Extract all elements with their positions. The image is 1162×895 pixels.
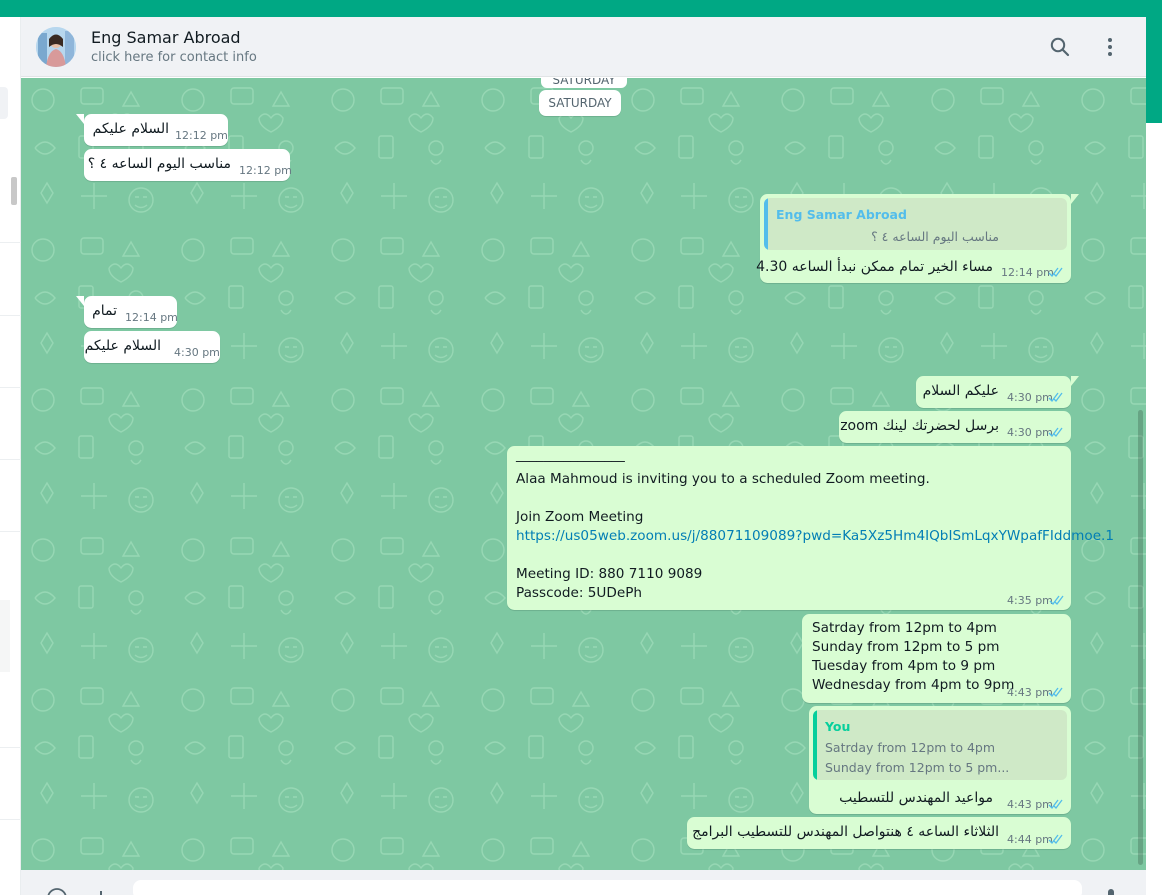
message-line: Passcode: 5UDePh <box>516 585 643 601</box>
read-receipt-icon <box>1048 267 1063 277</box>
app-top-strip <box>0 0 1162 17</box>
message-outgoing[interactable]: برسل لحضرتك لينك zoom 4:30 pm <box>839 411 1071 443</box>
message-outgoing[interactable]: Eng Samar Abroad مناسب اليوم الساعه ٤ ؟ … <box>756 194 1079 283</box>
message-incoming[interactable]: السلام عليكم 12:12 pm <box>76 114 228 146</box>
contact-info-hint[interactable]: click here for contact info <box>91 50 257 65</box>
selected-chat-edge[interactable] <box>0 600 10 672</box>
message-line: Sunday from 12pm to 5 pm <box>812 639 1000 655</box>
message-line: Satrday from 12pm to 4pm <box>812 620 997 636</box>
message-text: مناسب اليوم الساعه ٤ ؟ <box>87 156 231 172</box>
message-time: 4:30 pm <box>1007 391 1053 404</box>
message-line: Meeting ID: 880 7110 9089 <box>516 566 703 582</box>
message-line: Wednesday from 4pm to 9pm <box>812 677 1015 693</box>
attach-icon[interactable] <box>89 886 113 895</box>
right-window-edge <box>1146 17 1162 895</box>
quote-text: مناسب اليوم الساعه ٤ ؟ <box>871 229 999 244</box>
avatar[interactable] <box>36 27 76 67</box>
chat-list-scrollbar[interactable] <box>11 177 17 205</box>
read-receipt-icon <box>1048 392 1063 402</box>
day-separator: SATURDAY <box>539 90 621 116</box>
message-outgoing[interactable]: عليكم السلام 4:30 pm <box>916 376 1079 408</box>
message-time: 4:30 pm <box>174 346 220 359</box>
message-time: 12:14 pm <box>1001 266 1054 279</box>
message-line: Join Zoom Meeting <box>516 509 644 525</box>
composer-bar <box>21 870 1146 895</box>
message-text: السلام عليكم <box>84 338 161 354</box>
message-input[interactable] <box>133 880 1082 895</box>
message-time: 4:35 pm <box>1007 594 1053 607</box>
message-line: Alaa Mahmoud is inviting you to a schedu… <box>516 471 930 487</box>
read-receipt-icon <box>1048 687 1063 697</box>
message-time: 12:12 pm <box>239 164 292 177</box>
read-receipt-icon <box>1048 427 1063 437</box>
message-text: عليكم السلام <box>922 383 999 399</box>
message-time: 4:44 pm <box>1007 833 1053 846</box>
message-text: مواعيد المهندس للتسطيب <box>839 790 993 806</box>
message-incoming[interactable]: السلام عليكم 4:30 pm <box>84 331 220 363</box>
zoom-meeting-link[interactable]: https://us05web.zoom.us/j/88071109089?pw… <box>516 527 1114 546</box>
quote-author: Eng Samar Abroad <box>776 207 907 222</box>
menu-dots-icon[interactable] <box>1098 35 1122 59</box>
quote-author: You <box>825 719 851 734</box>
message-outgoing-schedule[interactable]: Satrday from 12pm to 4pm Sunday from 12p… <box>802 614 1071 703</box>
message-time: 12:12 pm <box>175 129 228 142</box>
message-line: ________________ <box>516 447 625 463</box>
quote-text: Sunday from 12pm to 5 pm... <box>825 760 1010 775</box>
message-text: الثلاثاء الساعه ٤ هنتواصل المهندس للتسطي… <box>692 824 999 840</box>
message-time: 12:14 pm <box>125 311 178 324</box>
contact-name[interactable]: Eng Samar Abroad <box>91 28 241 47</box>
message-time: 4:30 pm <box>1007 426 1053 439</box>
microphone-icon[interactable] <box>1099 886 1123 895</box>
message-time: 4:43 pm <box>1007 686 1053 699</box>
read-receipt-icon <box>1048 799 1063 809</box>
message-time: 4:43 pm <box>1007 798 1053 811</box>
conversation-header[interactable]: Eng Samar Abroad click here for contact … <box>21 17 1146 77</box>
message-pane[interactable]: SATURDAY SATURDAY السلام عليكم 12:12 pm … <box>21 78 1146 870</box>
message-text: تمام <box>92 303 117 319</box>
read-receipt-icon <box>1049 595 1064 605</box>
message-incoming[interactable]: تمام 12:14 pm <box>76 296 178 328</box>
message-outgoing[interactable]: الثلاثاء الساعه ٤ هنتواصل المهندس للتسطي… <box>687 817 1071 849</box>
search-icon[interactable] <box>1048 35 1072 59</box>
quote-text: Satrday from 12pm to 4pm <box>825 740 996 755</box>
message-text: السلام عليكم <box>92 121 169 137</box>
message-outgoing[interactable]: You Satrday from 12pm to 4pm Sunday from… <box>809 706 1071 814</box>
read-receipt-icon <box>1048 834 1063 844</box>
day-separator-ghost: SATURDAY <box>541 78 627 88</box>
emoji-icon[interactable] <box>45 886 69 895</box>
message-line: Tuesday from 4pm to 9 pm <box>812 658 996 674</box>
message-pane-scrollbar[interactable] <box>1138 410 1143 865</box>
quoted-message[interactable]: Eng Samar Abroad مناسب اليوم الساعه ٤ ؟ <box>764 198 1067 250</box>
search-box-edge[interactable] <box>0 87 8 119</box>
message-outgoing-zoom-invite[interactable]: ________________ Alaa Mahmoud is invitin… <box>507 446 1114 610</box>
message-text: مساء الخير تمام ممكن نبدأ الساعه 4.30 <box>756 259 993 275</box>
chat-list-pane-edge <box>0 17 21 895</box>
quoted-message[interactable]: You Satrday from 12pm to 4pm Sunday from… <box>813 710 1067 780</box>
message-incoming[interactable]: مناسب اليوم الساعه ٤ ؟ 12:12 pm <box>84 149 292 181</box>
message-text: برسل لحضرتك لينك zoom <box>840 418 999 434</box>
